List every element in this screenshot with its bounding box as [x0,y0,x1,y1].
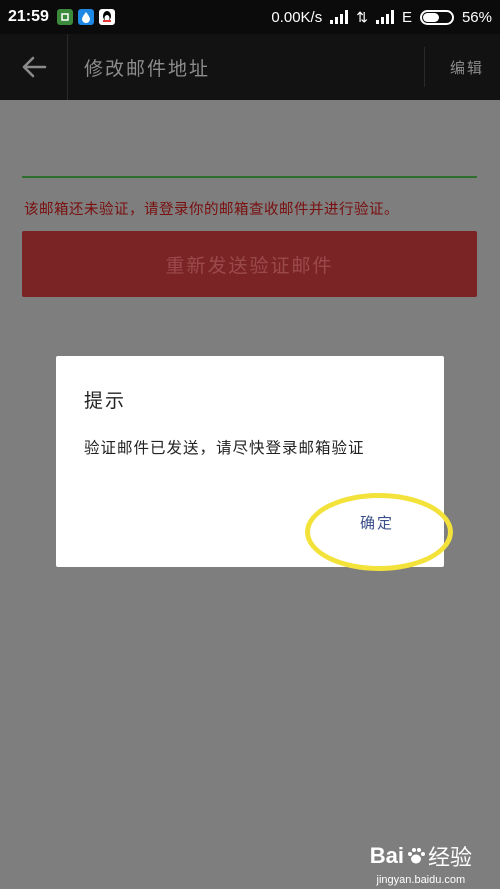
water-drop-icon [77,9,94,25]
watermark-logo-right: 经验 [427,845,472,870]
dialog-message: 验证邮件已发送，请尽快登录邮箱验证 [84,439,365,457]
security-app-icon [56,9,73,25]
baidu-jingyan-logo: Bai 经验 [370,840,472,872]
paw-icon [407,848,425,864]
resend-verification-button[interactable]: 重新发送验证邮件 [22,231,477,297]
baidu-watermark: Bai 经验 jingyan.baidu.com [370,840,472,886]
status-bar: 21:59 0.00K/s ⇅ E 56% [0,0,500,34]
status-time: 21:59 [8,8,49,25]
unverified-warning: 该邮箱还未验证，请登录你的邮箱查收邮件并进行验证。 [24,202,399,218]
highlight-annotation [305,493,453,571]
battery-percent: 56% [461,8,492,26]
battery-icon [419,9,454,25]
edit-button[interactable]: 编辑 [423,47,500,87]
network-type: E [401,8,412,26]
qq-penguin-icon [98,9,115,25]
page-title: 修改邮件地址 [84,57,211,80]
back-button[interactable] [0,34,68,100]
signal-icon [330,10,349,24]
watermark-logo-left: Bai [369,843,404,868]
data-transfer-icon: ⇅ [356,8,368,25]
arrow-left-icon [22,56,46,78]
signal-icon-2 [375,10,394,24]
network-speed: 0.00K/s [271,8,323,26]
watermark-url: jingyan.baidu.com [376,874,466,886]
dialog-title: 提示 [84,390,127,412]
email-input-underline[interactable] [22,176,477,178]
battery-fill [422,12,439,22]
status-right: 0.00K/s ⇅ E 56% [271,9,492,26]
app-bar: 修改邮件地址 编辑 [0,34,500,100]
